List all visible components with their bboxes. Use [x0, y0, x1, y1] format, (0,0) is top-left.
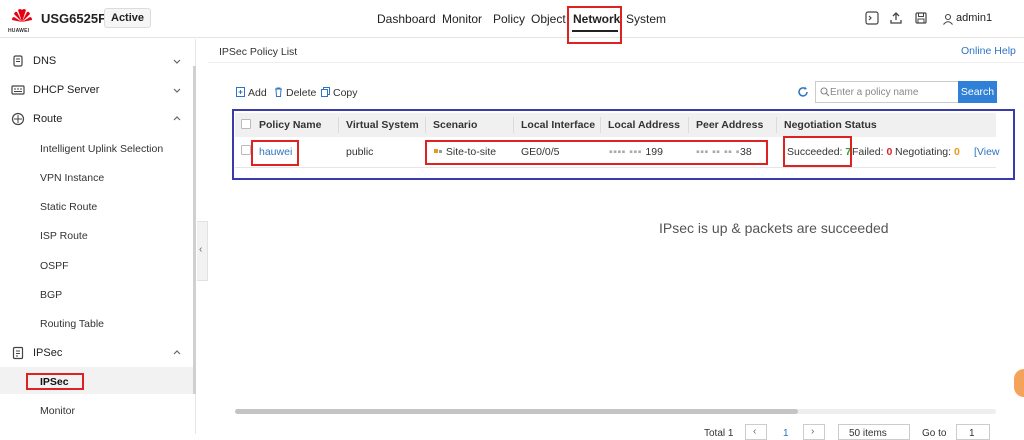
chat-assistant-icon[interactable]: [1014, 369, 1024, 397]
sidebar-group-label: Route: [33, 113, 63, 125]
sidebar-item-static-route[interactable]: Static Route: [40, 201, 97, 213]
nav-system[interactable]: System: [626, 12, 666, 26]
device-name: USG6525F: [41, 11, 107, 26]
chevron-right-icon: ›: [811, 426, 815, 437]
chevron-down-icon: [173, 88, 181, 93]
page-size-select[interactable]: 50 items: [838, 424, 910, 440]
nav-policy[interactable]: Policy: [493, 12, 525, 26]
copy-button[interactable]: Copy: [321, 87, 358, 99]
online-help-link[interactable]: Online Help: [961, 45, 1016, 57]
sidebar-group-dns[interactable]: DNS: [0, 47, 190, 76]
sidebar-group-label: IPSec: [33, 347, 63, 359]
chevron-down-icon: [173, 59, 181, 64]
sidebar-group-route[interactable]: Route: [0, 105, 190, 134]
top-bar: HUAWEI USG6525F Active Dashboard Monitor…: [0, 0, 1024, 44]
user-icon[interactable]: [942, 12, 954, 26]
nav-dashboard[interactable]: Dashboard: [377, 12, 436, 26]
add-icon: [236, 87, 245, 97]
horizontal-scrollbar[interactable]: [235, 409, 996, 414]
trash-icon: [275, 87, 282, 97]
sidebar-item-isp-route[interactable]: ISP Route: [40, 230, 88, 242]
search-field[interactable]: [815, 81, 959, 103]
sidebar-collapse-toggle[interactable]: ‹: [197, 221, 208, 281]
terminal-icon[interactable]: [865, 11, 879, 25]
save-icon[interactable]: [914, 11, 928, 25]
copy-icon: [321, 87, 330, 97]
sidebar-group-label: DNS: [33, 55, 57, 67]
chevron-up-icon: [173, 116, 181, 121]
ipsec-icon: [12, 346, 24, 360]
sidebar-item-bgp[interactable]: BGP: [40, 289, 62, 301]
goto-page-input[interactable]: 1: [956, 424, 990, 440]
add-button[interactable]: Add: [236, 87, 267, 99]
chevron-left-icon: ‹: [753, 426, 757, 437]
sidebar-item-vpn-instance[interactable]: VPN Instance: [40, 172, 104, 184]
sidebar-item-monitor[interactable]: Monitor: [40, 405, 75, 417]
username[interactable]: admin1: [956, 12, 992, 24]
dns-icon: [13, 55, 23, 67]
dhcp-icon: [11, 85, 25, 95]
route-icon: [11, 112, 25, 126]
search-button[interactable]: Search: [958, 81, 997, 103]
refresh-icon[interactable]: [797, 86, 809, 98]
sidebar-highlight-box: [26, 373, 84, 390]
nav-highlight-box: [567, 6, 622, 44]
chevron-up-icon: [173, 350, 181, 355]
prev-page-button[interactable]: ‹: [745, 424, 767, 440]
nav-object[interactable]: Object: [531, 12, 566, 26]
sidebar-scrollbar[interactable]: [193, 66, 196, 394]
scrollbar-thumb[interactable]: [235, 409, 798, 414]
table-highlight-frame: [232, 109, 1015, 180]
sidebar-item-intelligent-uplink[interactable]: Intelligent Uplink Selection: [40, 143, 163, 155]
divider: [208, 62, 1024, 63]
status-badge: Active: [104, 8, 152, 28]
sidebar-group-dhcp[interactable]: DHCP Server: [0, 76, 190, 105]
annotation-text: IPsec is up & packets are succeeded: [659, 220, 889, 236]
search-icon: [820, 87, 830, 97]
next-page-button[interactable]: ›: [803, 424, 825, 440]
sidebar-item-routing-table[interactable]: Routing Table: [40, 318, 104, 330]
search-input[interactable]: [830, 83, 956, 101]
page-title: IPSec Policy List: [219, 46, 298, 58]
sidebar-group-ipsec[interactable]: IPSec: [0, 339, 190, 368]
sidebar-group-label: DHCP Server: [33, 84, 100, 96]
brand-text: HUAWEI: [8, 28, 30, 34]
delete-button[interactable]: Delete: [274, 87, 316, 99]
nav-monitor[interactable]: Monitor: [442, 12, 482, 26]
sidebar-item-ospf[interactable]: OSPF: [40, 260, 69, 272]
upload-icon[interactable]: [889, 11, 903, 25]
chevron-left-icon: ‹: [199, 244, 203, 255]
